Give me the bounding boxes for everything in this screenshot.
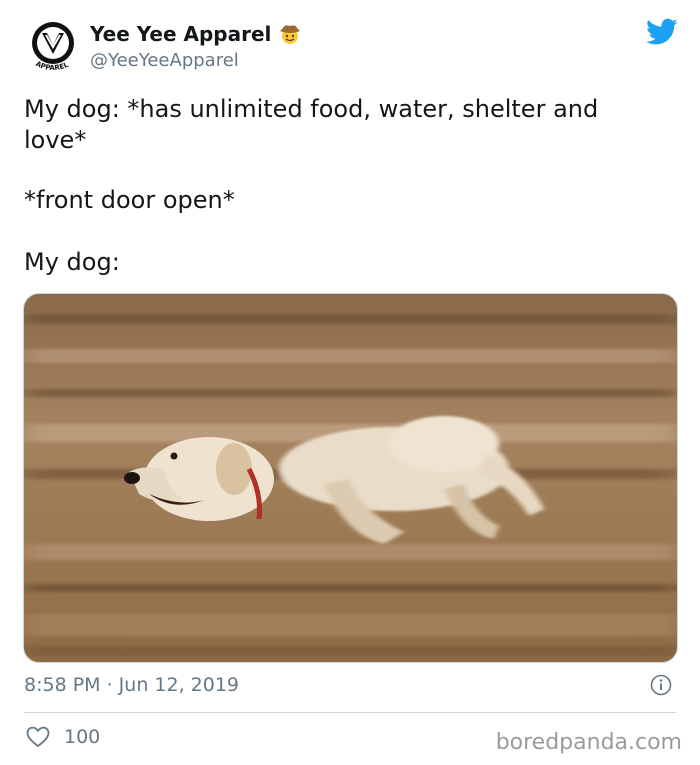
avatar[interactable]: APPAREL <box>22 16 84 78</box>
tweet-line-2: *front door open* <box>24 186 235 214</box>
heart-icon[interactable] <box>26 726 50 748</box>
handle[interactable]: @YeeYeeApparel <box>90 50 239 71</box>
twitter-bird-icon[interactable] <box>646 18 678 46</box>
tweet-media-photo[interactable] <box>23 293 678 663</box>
dog-running-photo <box>24 294 677 662</box>
timestamp[interactable]: 8:58 PM · Jun 12, 2019 <box>24 674 239 696</box>
like-action[interactable]: 100 <box>26 726 100 748</box>
tweet-line-1: My dog: *has unlimited food, water, shel… <box>24 95 599 154</box>
watermark: boredpanda.com <box>495 730 682 755</box>
info-icon[interactable] <box>650 674 672 696</box>
yee-yee-logo-icon: APPAREL <box>32 22 74 72</box>
tweet-text: My dog: *has unlimited food, water, shel… <box>24 94 664 278</box>
display-name[interactable]: Yee Yee Apparel <box>90 22 271 46</box>
display-name-row: Yee Yee Apparel <box>90 22 301 46</box>
tweet-card: APPAREL Yee Yee Apparel @YeeYeeApparel M… <box>0 0 700 765</box>
divider <box>24 712 676 713</box>
cowboy-face-emoji-icon <box>279 23 301 45</box>
tweet-line-3: My dog: <box>24 248 120 276</box>
like-count: 100 <box>64 726 101 748</box>
